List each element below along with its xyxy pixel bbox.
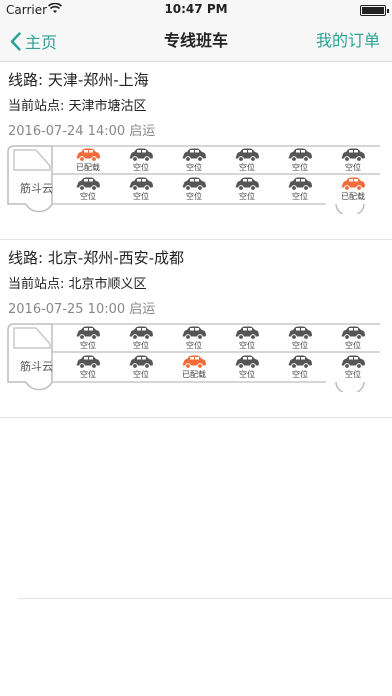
slot-label: 空位 bbox=[133, 341, 149, 350]
empty-slot[interactable]: 空位 bbox=[174, 326, 214, 351]
slot-label: 空位 bbox=[345, 370, 361, 379]
car-icon bbox=[76, 355, 100, 369]
car-icon bbox=[341, 355, 365, 369]
slot-label: 空位 bbox=[239, 192, 255, 201]
slot-label: 空位 bbox=[80, 192, 96, 201]
slot-label: 空位 bbox=[239, 370, 255, 379]
brand-label: 筋斗云 bbox=[20, 360, 53, 373]
slot-label: 空位 bbox=[292, 163, 308, 172]
car-icon bbox=[341, 148, 365, 162]
slot-label: 空位 bbox=[133, 163, 149, 172]
empty-slot[interactable]: 空位 bbox=[280, 148, 320, 173]
car-icon bbox=[76, 326, 100, 340]
empty-slot[interactable]: 空位 bbox=[121, 177, 161, 202]
empty-slot[interactable]: 空位 bbox=[121, 148, 161, 173]
car-icon bbox=[129, 326, 153, 340]
empty-slot[interactable]: 空位 bbox=[227, 148, 267, 173]
empty-slot[interactable]: 空位 bbox=[333, 326, 373, 351]
my-orders-button[interactable]: 我的订单 bbox=[316, 20, 380, 62]
slot-label: 空位 bbox=[292, 192, 308, 201]
empty-slot[interactable]: 空位 bbox=[121, 326, 161, 351]
route-label: 线路: 北京-郑州-西安-成都 bbox=[8, 249, 185, 267]
divider bbox=[18, 598, 392, 599]
car-icon bbox=[129, 148, 153, 162]
car-icon bbox=[235, 355, 259, 369]
car-icon bbox=[288, 326, 312, 340]
departure-date: 2016-07-25 10:00 启运 bbox=[8, 302, 156, 317]
slot-label: 空位 bbox=[186, 163, 202, 172]
slot-label: 空位 bbox=[186, 341, 202, 350]
booked-slot[interactable]: 已配载 bbox=[174, 355, 214, 380]
slot-label: 空位 bbox=[80, 370, 96, 379]
empty-slot[interactable]: 空位 bbox=[280, 355, 320, 380]
navigation-bar: 主页 专线班车 我的订单 bbox=[0, 20, 392, 62]
empty-slot[interactable]: 空位 bbox=[333, 355, 373, 380]
car-icon bbox=[288, 148, 312, 162]
empty-slot[interactable]: 空位 bbox=[174, 148, 214, 173]
slot-label: 空位 bbox=[133, 370, 149, 379]
departure-date: 2016-07-24 14:00 启运 bbox=[8, 124, 156, 139]
car-icon bbox=[76, 177, 100, 191]
empty-slot[interactable]: 空位 bbox=[333, 148, 373, 173]
clock: 10:47 PM bbox=[164, 2, 228, 16]
car-icon bbox=[341, 177, 365, 191]
car-icon bbox=[129, 355, 153, 369]
battery-icon bbox=[360, 5, 389, 16]
slot-label: 空位 bbox=[239, 163, 255, 172]
car-icon bbox=[76, 148, 100, 162]
slot-label: 已配载 bbox=[182, 370, 206, 379]
slot-label: 空位 bbox=[345, 341, 361, 350]
car-icon bbox=[129, 177, 153, 191]
car-icon bbox=[235, 326, 259, 340]
slot-label: 空位 bbox=[80, 341, 96, 350]
car-icon bbox=[235, 148, 259, 162]
slot-label: 已配载 bbox=[76, 163, 100, 172]
route-label: 线路: 天津-郑州-上海 bbox=[8, 71, 149, 89]
slot-label: 已配载 bbox=[341, 192, 365, 201]
station-label: 当前站点: 北京市顺义区 bbox=[8, 277, 147, 292]
car-icon bbox=[341, 326, 365, 340]
empty-slot[interactable]: 空位 bbox=[227, 355, 267, 380]
truck-diagram: 筋斗云 空位 空位 空位 空位 空位 空位 空位 空位 已配载 空位 空位 空位 bbox=[6, 322, 380, 392]
car-icon bbox=[288, 177, 312, 191]
car-icon bbox=[288, 355, 312, 369]
empty-slot[interactable]: 空位 bbox=[227, 177, 267, 202]
brand-label: 筋斗云 bbox=[20, 182, 53, 195]
car-icon bbox=[182, 326, 206, 340]
empty-slot[interactable]: 空位 bbox=[68, 326, 108, 351]
status-bar: Carrier 10:47 PM bbox=[0, 0, 392, 20]
car-icon bbox=[182, 148, 206, 162]
car-icon bbox=[182, 355, 206, 369]
route-card[interactable]: 线路: 北京-郑州-西安-成都 当前站点: 北京市顺义区 2016-07-25 10… bbox=[0, 240, 392, 418]
empty-slot[interactable]: 空位 bbox=[227, 326, 267, 351]
slot-label: 空位 bbox=[345, 163, 361, 172]
empty-slot[interactable]: 空位 bbox=[280, 177, 320, 202]
empty-slot[interactable]: 空位 bbox=[280, 326, 320, 351]
booked-slot[interactable]: 已配载 bbox=[333, 177, 373, 202]
slot-label: 空位 bbox=[292, 370, 308, 379]
booked-slot[interactable]: 已配载 bbox=[68, 148, 108, 173]
station-label: 当前站点: 天津市塘沽区 bbox=[8, 99, 147, 114]
slot-label: 空位 bbox=[133, 192, 149, 201]
truck-diagram: 筋斗云 已配载 空位 空位 空位 空位 空位 空位 空位 空位 空位 空位 已配载 bbox=[6, 144, 380, 214]
car-icon bbox=[235, 177, 259, 191]
empty-slot[interactable]: 空位 bbox=[68, 177, 108, 202]
empty-slot[interactable]: 空位 bbox=[174, 177, 214, 202]
slot-label: 空位 bbox=[239, 341, 255, 350]
car-icon bbox=[182, 177, 206, 191]
slot-label: 空位 bbox=[186, 192, 202, 201]
slot-label: 空位 bbox=[292, 341, 308, 350]
empty-slot[interactable]: 空位 bbox=[68, 355, 108, 380]
route-card[interactable]: 线路: 天津-郑州-上海 当前站点: 天津市塘沽区 2016-07-24 14:00… bbox=[0, 62, 392, 240]
empty-slot[interactable]: 空位 bbox=[121, 355, 161, 380]
